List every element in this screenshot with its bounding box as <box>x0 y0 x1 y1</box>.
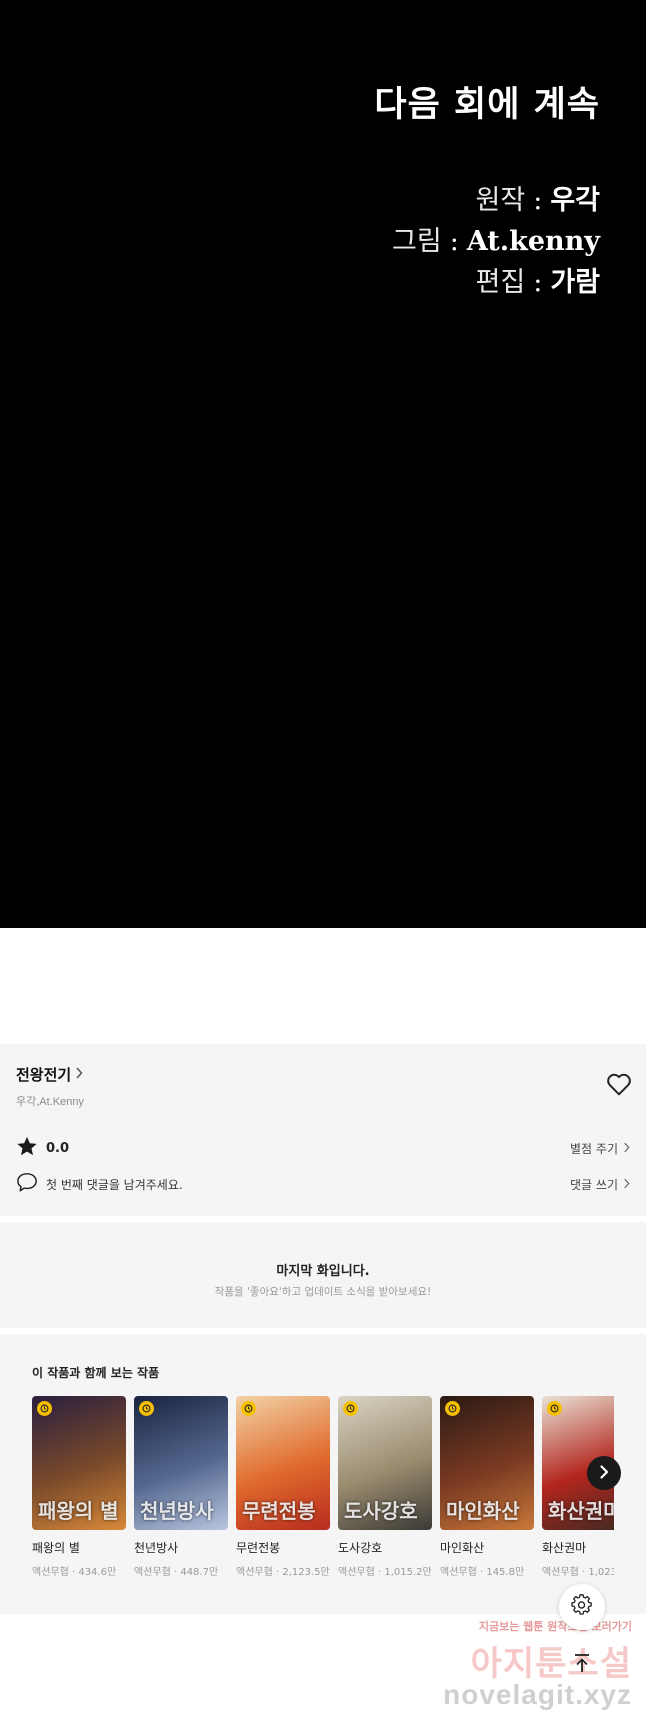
recommendations-panel: 이 작품과 함께 보는 작품 패왕의 별 패왕의 별 액션무협 · 434.6만… <box>0 1334 646 1614</box>
series-title: 전왕전기 <box>16 1066 72 1084</box>
cover-image: 무련전봉 <box>236 1396 330 1530</box>
card-title: 화산권마 <box>542 1541 587 1555</box>
settings-button[interactable] <box>559 1584 605 1630</box>
chevron-right-icon <box>623 1178 630 1192</box>
clock-badge-icon <box>37 1401 52 1416</box>
credit-separator: : <box>449 226 459 257</box>
credit-separator: : <box>533 185 543 216</box>
series-authors: 우각,At.Kenny <box>16 1096 84 1108</box>
clock-badge-icon <box>445 1401 460 1416</box>
recommendations-carousel: 패왕의 별 패왕의 별 액션무협 · 434.6만 천년방사 천년방사 액션무협… <box>32 1396 614 1586</box>
chevron-right-icon <box>599 1464 609 1483</box>
recommendation-card[interactable]: 도사강호 도사강호 액션무협 · 1,015.2만 <box>338 1396 432 1578</box>
recommendation-card[interactable]: 패왕의 별 패왕의 별 액션무협 · 434.6만 <box>32 1396 126 1578</box>
recommendations-heading: 이 작품과 함께 보는 작품 <box>32 1366 160 1380</box>
clock-badge-icon <box>547 1401 562 1416</box>
credit-value: 가람 <box>550 267 600 298</box>
card-meta: 액션무협 · 145.8만 <box>440 1567 525 1578</box>
cover-image: 패왕의 별 <box>32 1396 126 1530</box>
card-meta: 액션무협 · 448.7만 <box>134 1567 219 1578</box>
credit-original: 원작: 우각 <box>476 178 600 217</box>
card-title: 도사강호 <box>338 1541 383 1555</box>
comment-row: 첫 번째 댓글을 남겨주세요. 댓글 쓰기 <box>16 1172 630 1197</box>
write-comment-button[interactable]: 댓글 쓰기 <box>570 1176 630 1193</box>
chevron-right-icon <box>623 1142 630 1156</box>
card-meta: 액션무협 · 434.6만 <box>32 1567 117 1578</box>
card-meta: 액션무협 · 1,023만 <box>542 1567 614 1578</box>
recommendation-card[interactable]: 천년방사 천년방사 액션무협 · 448.7만 <box>134 1396 228 1578</box>
credit-key: 원작 <box>475 185 526 216</box>
credit-key: 그림 <box>392 226 442 257</box>
cover-image: 마인화산 <box>440 1396 534 1530</box>
credit-separator: : <box>533 267 543 298</box>
clock-badge-icon <box>343 1401 358 1416</box>
clock-badge-icon <box>139 1401 154 1416</box>
clock-badge-icon <box>241 1401 256 1416</box>
series-info-panel: 전왕전기 우각,At.Kenny 0.0 별점 주기 첫 번째 댓글을 남겨주세… <box>0 1044 646 1216</box>
card-meta: 액션무협 · 2,123.5만 <box>236 1567 330 1578</box>
gear-icon <box>571 1594 593 1620</box>
cover-title-art: 무련전봉 <box>242 1499 316 1523</box>
card-title: 패왕의 별 <box>32 1541 80 1555</box>
write-comment-label: 댓글 쓰기 <box>570 1178 618 1192</box>
rate-button[interactable]: 별점 주기 <box>570 1140 630 1157</box>
arrow-up-icon <box>572 1652 592 1678</box>
comic-panel: 다음 회에 계속 원작: 우각 그림: At.kenny 편집: 가람 <box>0 0 646 928</box>
recommendation-card[interactable]: 무련전봉 무련전봉 액션무협 · 2,123.5만 <box>236 1396 330 1578</box>
last-episode-panel: 마지막 화입니다. 작품을 '좋아요'하고 업데이트 소식을 받아보세요! <box>0 1222 646 1328</box>
cover-title-art: 천년방사 <box>140 1499 214 1523</box>
watermark-url: novelagit.xyz <box>443 1679 632 1710</box>
last-episode-title: 마지막 화입니다. <box>276 1264 370 1279</box>
credit-value: At.kenny <box>466 226 600 257</box>
cover-title-art: 도사강호 <box>344 1499 418 1523</box>
card-title: 천년방사 <box>134 1541 179 1555</box>
rate-button-label: 별점 주기 <box>570 1142 618 1156</box>
cover-title-art: 화산권마 <box>548 1499 614 1523</box>
carousel-next-button[interactable] <box>587 1456 621 1490</box>
scroll-top-button[interactable] <box>559 1642 605 1688</box>
rating-row: 0.0 별점 주기 <box>16 1136 630 1161</box>
cover-image: 천년방사 <box>134 1396 228 1530</box>
star-filled-icon <box>16 1136 38 1161</box>
credit-value: 우각 <box>550 185 600 216</box>
speech-bubble-icon <box>16 1172 38 1197</box>
recommendation-card[interactable]: 마인화산 마인화산 액션무협 · 145.8만 <box>440 1396 534 1578</box>
chevron-right-icon <box>75 1066 83 1083</box>
card-title: 무련전봉 <box>236 1541 281 1555</box>
last-episode-subtitle: 작품을 '좋아요'하고 업데이트 소식을 받아보세요! <box>214 1286 432 1298</box>
series-title-link[interactable]: 전왕전기 <box>16 1064 83 1085</box>
cover-title-art: 패왕의 별 <box>38 1499 119 1523</box>
cover-image: 도사강호 <box>338 1396 432 1530</box>
card-title: 마인화산 <box>440 1541 485 1555</box>
to-be-continued-text: 다음 회에 계속 <box>374 84 600 125</box>
heart-outline-icon[interactable] <box>606 1072 632 1096</box>
cover-title-art: 마인화산 <box>446 1499 520 1523</box>
credit-edit: 편집: 가람 <box>476 260 600 299</box>
comment-prompt[interactable]: 첫 번째 댓글을 남겨주세요. <box>46 1176 183 1193</box>
credit-art: 그림: At.kenny <box>392 219 600 258</box>
credit-key: 편집 <box>475 267 526 298</box>
rating-value: 0.0 <box>46 1141 70 1156</box>
card-meta: 액션무협 · 1,015.2만 <box>338 1567 432 1578</box>
